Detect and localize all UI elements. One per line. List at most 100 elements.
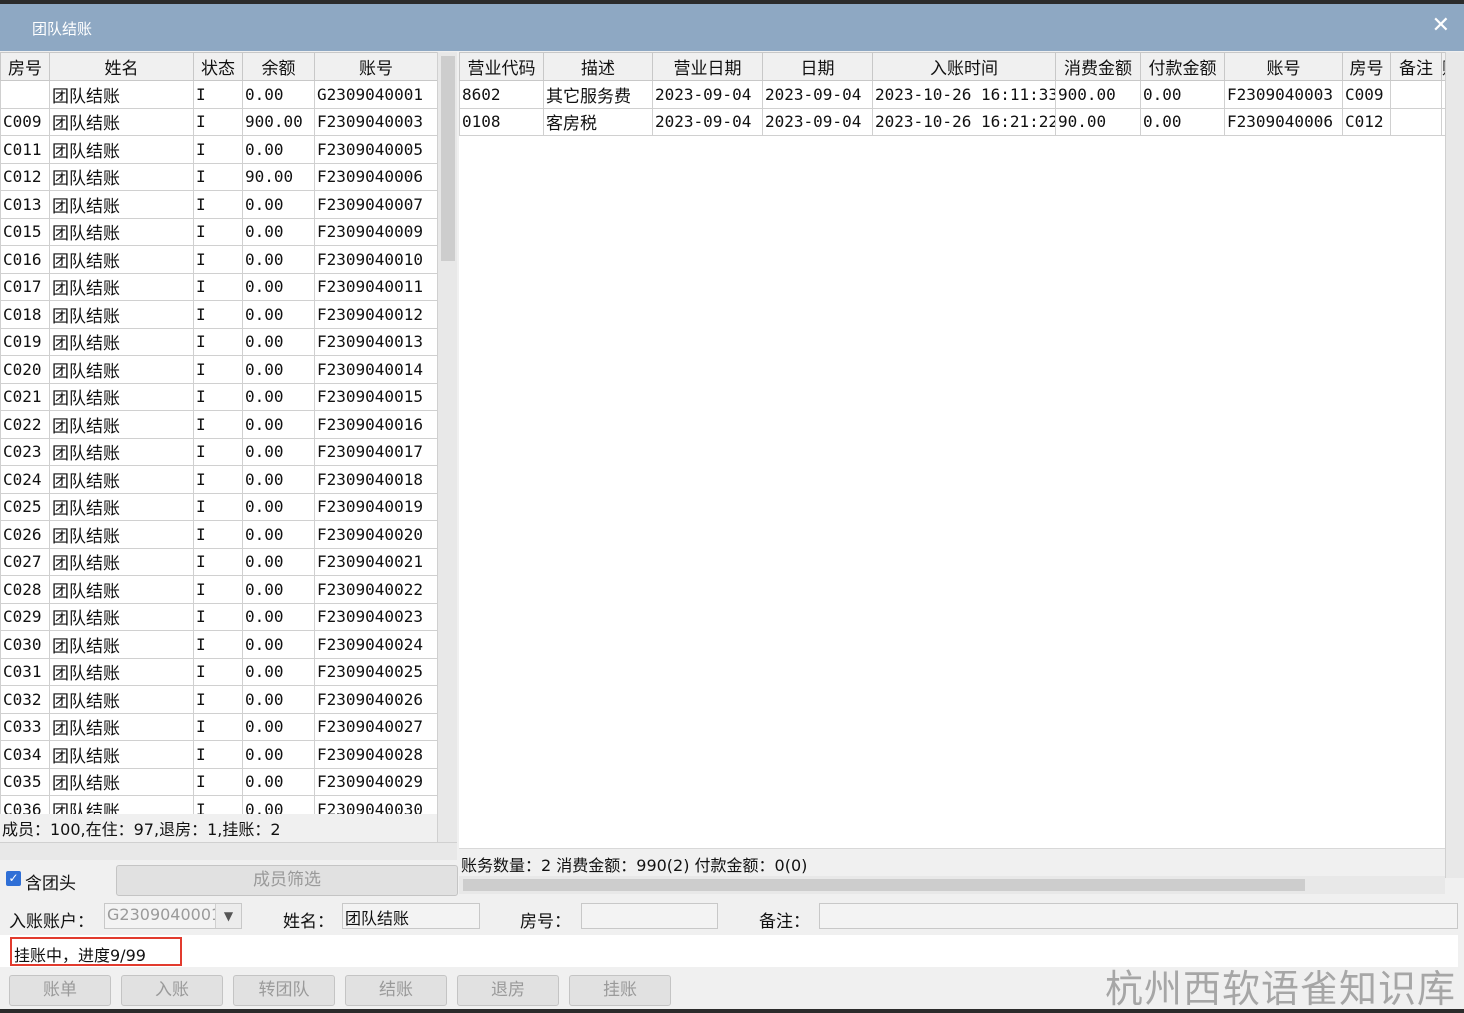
table-cell: 0.00 bbox=[242, 465, 315, 494]
remark-field[interactable] bbox=[819, 903, 1458, 929]
table-row[interactable]: C016 团队结账 I 0.00 F2309040010 bbox=[0, 245, 437, 274]
member-col-header[interactable]: 状态 bbox=[193, 52, 243, 81]
table-row[interactable]: C036 团队结账 I 0.00 F2309040030 bbox=[0, 795, 437, 814]
table-cell: 团队结账 bbox=[49, 520, 194, 549]
member-col-header[interactable]: 姓名 bbox=[49, 52, 194, 81]
transfer-group-button[interactable]: 转团队 bbox=[233, 975, 335, 1006]
table-cell: 团队结账 bbox=[49, 80, 194, 109]
table-cell: 0.00 bbox=[242, 80, 315, 109]
table-cell: C032 bbox=[0, 685, 50, 714]
window-title: 团队结账 bbox=[32, 20, 93, 38]
table-row[interactable]: C028 团队结账 I 0.00 F2309040022 bbox=[0, 575, 437, 604]
table-cell: 团队结账 bbox=[49, 602, 194, 631]
table-row[interactable]: C020 团队结账 I 0.00 F2309040014 bbox=[0, 355, 437, 384]
table-row[interactable]: 团队结账 I 0.00 G2309040001 bbox=[0, 80, 437, 109]
table-row[interactable]: C025 团队结账 I 0.00 F2309040019 bbox=[0, 492, 437, 521]
member-filter-button[interactable]: 成员筛选 bbox=[116, 865, 458, 896]
member-col-header[interactable]: 房号 bbox=[0, 52, 50, 81]
table-cell: F2309040028 bbox=[314, 740, 437, 769]
table-cell: 0.00 bbox=[242, 795, 315, 814]
table-row[interactable]: C017 团队结账 I 0.00 F2309040011 bbox=[0, 272, 437, 301]
table-row[interactable]: C024 团队结账 I 0.00 F2309040018 bbox=[0, 465, 437, 494]
include-leader-checkbox[interactable]: ✓ bbox=[6, 871, 21, 886]
table-cell: 0.00 bbox=[242, 630, 315, 659]
table-row[interactable]: 0108 客房税 2023-09-04 2023-09-04 2023-10-26 16… bbox=[459, 107, 1445, 136]
transaction-col-header[interactable]: 营业代码 bbox=[459, 52, 544, 81]
transaction-col-header[interactable]: 日期 bbox=[762, 52, 873, 81]
table-row[interactable]: C032 团队结账 I 0.00 F2309040026 bbox=[0, 685, 437, 714]
table-cell: I bbox=[193, 712, 243, 741]
table-row[interactable]: C033 团队结账 I 0.00 F2309040027 bbox=[0, 712, 437, 741]
table-cell: I bbox=[193, 602, 243, 631]
transaction-col-header[interactable]: 描述 bbox=[543, 52, 653, 81]
scroll-thumb[interactable] bbox=[441, 56, 455, 261]
member-grid: 房号 姓名 状态 余额 账号 团队结账 I 0.00 G2309040001 C009 团队结账 I… bbox=[0, 52, 437, 814]
table-row[interactable]: C030 团队结账 I 0.00 F2309040024 bbox=[0, 630, 437, 659]
table-cell: 团队结账 bbox=[49, 795, 194, 814]
transaction-col-header[interactable]: 消费金额 bbox=[1055, 52, 1141, 81]
table-cell: I bbox=[193, 135, 243, 164]
name-field[interactable]: 团队结账 bbox=[342, 903, 480, 929]
table-row[interactable]: C011 团队结账 I 0.00 F2309040005 bbox=[0, 135, 437, 164]
table-cell: 0.00 bbox=[242, 245, 315, 274]
table-row[interactable]: C009 团队结账 I 900.00 F2309040003 bbox=[0, 107, 437, 136]
table-row[interactable]: C018 团队结账 I 0.00 F2309040012 bbox=[0, 300, 437, 329]
table-cell: C031 bbox=[0, 657, 50, 686]
transaction-col-header[interactable]: 入账时间 bbox=[872, 52, 1056, 81]
table-row[interactable]: C021 团队结账 I 0.00 F2309040015 bbox=[0, 382, 437, 411]
table-row[interactable]: C035 团队结账 I 0.00 F2309040029 bbox=[0, 767, 437, 796]
table-row[interactable]: C013 团队结账 I 0.00 F2309040007 bbox=[0, 190, 437, 219]
table-cell: F2309040021 bbox=[314, 547, 437, 576]
scroll-thumb[interactable] bbox=[463, 879, 1305, 891]
table-cell: F2309040020 bbox=[314, 520, 437, 549]
table-cell: F2309040010 bbox=[314, 245, 437, 274]
transaction-col-header[interactable]: 账号 bbox=[1224, 52, 1343, 81]
member-grid-vscrollbar[interactable] bbox=[437, 52, 457, 842]
table-cell: 团队结账 bbox=[49, 767, 194, 796]
table-cell: C012 bbox=[1342, 107, 1391, 136]
table-row[interactable]: C031 团队结账 I 0.00 F2309040025 bbox=[0, 657, 437, 686]
table-row[interactable]: 8602 其它服务费 2023-09-04 2023-09-04 2023-10-26 … bbox=[459, 80, 1445, 109]
table-cell: I bbox=[193, 162, 243, 191]
transaction-col-header[interactable]: 付款金额 bbox=[1140, 52, 1225, 81]
table-cell: I bbox=[193, 272, 243, 301]
table-cell: C036 bbox=[0, 795, 50, 814]
table-cell: 0.00 bbox=[242, 740, 315, 769]
table-row[interactable]: C026 团队结账 I 0.00 F2309040020 bbox=[0, 520, 437, 549]
table-cell: I bbox=[193, 107, 243, 136]
table-row[interactable]: C022 团队结账 I 0.00 F2309040016 bbox=[0, 410, 437, 439]
check-out-room-button[interactable]: 退房 bbox=[457, 975, 559, 1006]
chevron-down-icon[interactable]: ▼ bbox=[215, 904, 241, 928]
transaction-col-header[interactable]: 房号 bbox=[1342, 52, 1391, 81]
member-col-header[interactable]: 余额 bbox=[242, 52, 315, 81]
post-button[interactable]: 入账 bbox=[121, 975, 223, 1006]
table-row[interactable]: C023 团队结账 I 0.00 F2309040017 bbox=[0, 437, 437, 466]
table-cell: F2309040017 bbox=[314, 437, 437, 466]
transaction-grid-hscrollbar[interactable] bbox=[459, 876, 1445, 894]
table-cell: F2309040006 bbox=[314, 162, 437, 191]
table-cell: 团队结账 bbox=[49, 327, 194, 356]
transaction-col-header[interactable]: 营业日期 bbox=[652, 52, 763, 81]
table-cell: 2023-09-04 bbox=[762, 80, 873, 109]
transaction-grid-vscrollbar[interactable] bbox=[1445, 52, 1464, 878]
close-icon[interactable]: ✕ bbox=[1432, 13, 1450, 38]
table-cell: F2309040012 bbox=[314, 300, 437, 329]
table-row[interactable]: C012 团队结账 I 90.00 F2309040006 bbox=[0, 162, 437, 191]
member-col-header[interactable]: 账号 bbox=[314, 52, 437, 81]
table-row[interactable]: C019 团队结账 I 0.00 F2309040013 bbox=[0, 327, 437, 356]
table-row[interactable]: C029 团队结账 I 0.00 F2309040023 bbox=[0, 602, 437, 631]
include-leader-label[interactable]: 含团头 bbox=[25, 869, 76, 894]
table-row[interactable]: C015 团队结账 I 0.00 F2309040009 bbox=[0, 217, 437, 246]
checkout-button[interactable]: 结账 bbox=[345, 975, 447, 1006]
member-grid-hscrollbar[interactable] bbox=[0, 842, 457, 860]
room-field[interactable] bbox=[581, 903, 718, 929]
table-row[interactable]: C027 团队结账 I 0.00 F2309040021 bbox=[0, 547, 437, 576]
transaction-col-header[interactable]: 备注 bbox=[1390, 52, 1442, 81]
account-combobox[interactable]: G2309040001 ▼ bbox=[104, 903, 242, 929]
table-cell: 0.00 bbox=[242, 410, 315, 439]
table-row[interactable]: C034 团队结账 I 0.00 F2309040028 bbox=[0, 740, 437, 769]
hang-account-button[interactable]: 挂账 bbox=[569, 975, 671, 1006]
table-cell: 8602 bbox=[459, 80, 544, 109]
table-cell: I bbox=[193, 437, 243, 466]
bill-button[interactable]: 账单 bbox=[9, 975, 111, 1006]
